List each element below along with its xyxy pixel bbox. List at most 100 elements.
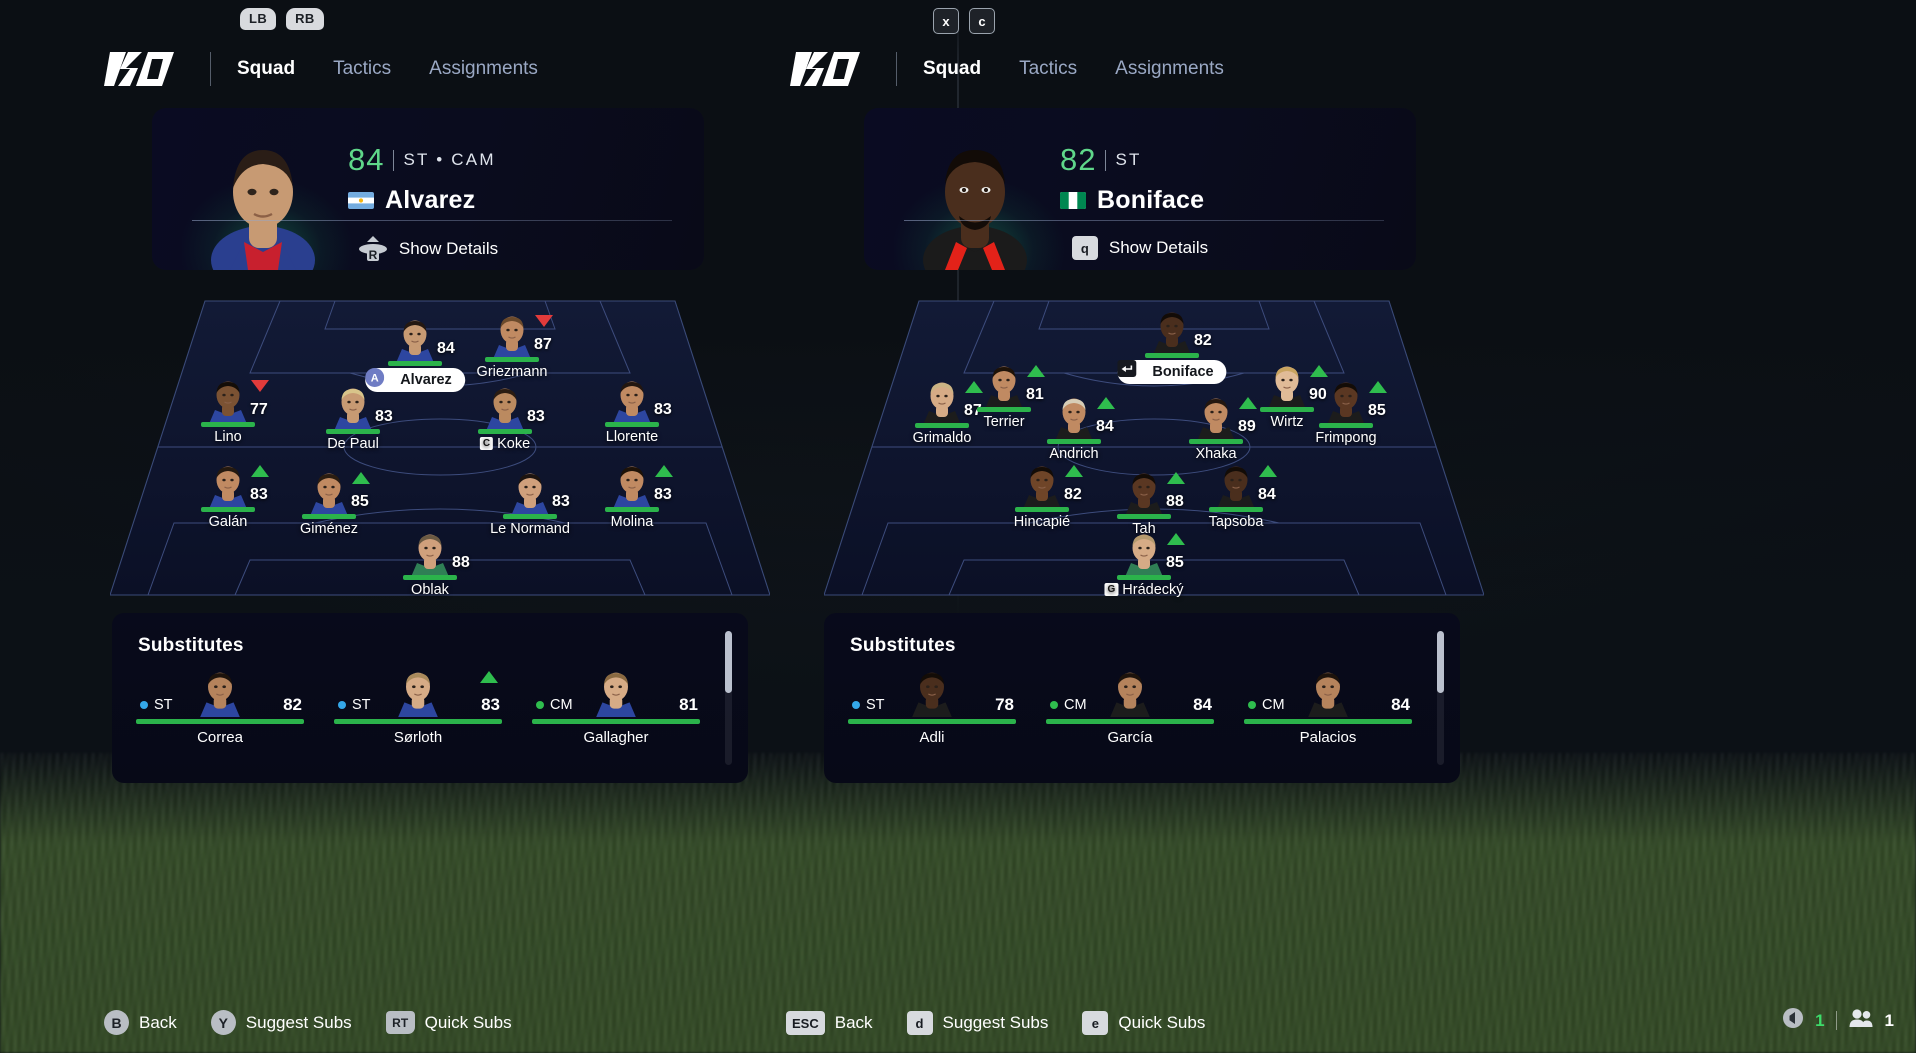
name-row-right: Boniface xyxy=(1060,186,1204,215)
bumper-rb-icon[interactable]: RB xyxy=(286,8,324,30)
fitness-bar xyxy=(1244,719,1412,724)
substitute-position: ST xyxy=(140,697,173,713)
key-c-icon[interactable]: c xyxy=(969,8,995,34)
key-x-icon[interactable]: x xyxy=(933,8,959,34)
input-hints-right: x c xyxy=(933,8,995,34)
fitness-bar xyxy=(503,514,557,519)
tab-tactics-right[interactable]: Tactics xyxy=(1019,58,1077,80)
player-face xyxy=(1021,463,1063,507)
player-name-label: A Alvarez xyxy=(365,368,465,392)
right-stick-icon: R xyxy=(358,236,388,262)
player-name-label: Tapsoba xyxy=(1208,514,1264,530)
show-details-label-left: Show Details xyxy=(398,239,499,258)
player-card-left[interactable]: 84 ST • CAM Alvarez R Show Details xyxy=(152,108,704,270)
footer-quick-subs-left[interactable]: RT Quick Subs xyxy=(385,1011,512,1034)
captain-badge: C xyxy=(479,437,494,450)
tab-squad-right[interactable]: Squad xyxy=(923,58,981,80)
player-face xyxy=(207,463,249,507)
player-face xyxy=(611,463,653,507)
tab-assignments-left[interactable]: Assignments xyxy=(429,58,538,80)
player-rating: 83 xyxy=(654,401,672,418)
player-rating: 83 xyxy=(552,493,570,510)
scrollbar-thumb[interactable] xyxy=(1437,631,1444,693)
key-esc-icon: ESC xyxy=(786,1011,825,1035)
footer-suggest-subs-label-right: Suggest Subs xyxy=(942,1013,1049,1032)
trigger-rt-icon: RT xyxy=(385,1011,415,1034)
footer-quick-subs-right[interactable]: e Quick Subs xyxy=(1082,1011,1205,1035)
footer-back-left[interactable]: B Back xyxy=(104,1010,177,1035)
player-name-label: Wirtz xyxy=(1270,414,1304,430)
show-details-right[interactable]: q Show Details xyxy=(864,236,1416,260)
pitch-left: 84 A Alvarez 87 Griezmann 77 Lino 83 De Paul 83 C K… xyxy=(110,295,770,600)
substitute-item[interactable]: CM 84 García xyxy=(1044,672,1216,767)
player-face xyxy=(409,531,451,575)
tab-assignments-right[interactable]: Assignments xyxy=(1115,58,1224,80)
player-name-label: Boniface xyxy=(1117,360,1227,384)
player-name-label: G Hrádecký xyxy=(1104,582,1184,598)
bumper-lb-icon[interactable]: LB xyxy=(240,8,277,30)
substitutes-scrollbar-right[interactable] xyxy=(1437,631,1444,765)
position-dot-icon xyxy=(338,701,346,709)
player-rating: 85 xyxy=(1368,402,1386,419)
show-details-label-right: Show Details xyxy=(1108,238,1209,257)
player-card-meta-left: 84 ST • CAM Alvarez xyxy=(348,142,496,215)
rating-separator xyxy=(1105,149,1107,171)
player-rating: 83 xyxy=(250,486,268,503)
key-q-icon[interactable]: q xyxy=(1071,236,1098,260)
player-name-right: Boniface xyxy=(1097,186,1205,214)
fitness-bar xyxy=(136,719,304,724)
substitute-item[interactable]: ST 78 Adli xyxy=(846,672,1018,767)
substitute-position: CM xyxy=(1248,697,1285,713)
player-name-label: Griezmann xyxy=(476,364,548,380)
player-rating: 83 xyxy=(375,408,393,425)
fitness-bar xyxy=(915,423,969,428)
substitute-item[interactable]: ST 83 Sørloth xyxy=(332,671,504,767)
player-face xyxy=(207,378,249,422)
rating-row-right: 82 ST xyxy=(1060,142,1204,178)
tab-tactics-left[interactable]: Tactics xyxy=(333,58,391,80)
position-dot-icon xyxy=(140,701,148,709)
header-right: Squad Tactics Assignments xyxy=(790,48,1224,90)
footer-bar: B Back Y Suggest Subs RT Quick Subs ESC … xyxy=(0,989,1916,1053)
player-name-label: Xhaka xyxy=(1195,446,1237,462)
substitute-rating: 84 xyxy=(1193,695,1212,714)
scrollbar-thumb[interactable] xyxy=(725,631,732,693)
substitute-face xyxy=(396,669,440,717)
substitute-item[interactable]: CM 84 Palacios xyxy=(1242,672,1414,767)
player-rating: 84 xyxy=(1096,418,1114,435)
status-separator xyxy=(1835,1011,1837,1030)
substitute-rating: 78 xyxy=(995,695,1014,714)
fitness-bar xyxy=(1117,575,1171,580)
player-face xyxy=(1053,395,1095,439)
form-arrow-up-icon xyxy=(1097,397,1115,409)
form-arrow-up-icon xyxy=(251,465,269,477)
form-arrow-down-icon xyxy=(251,380,269,392)
footer-back-right[interactable]: ESC Back xyxy=(786,1011,873,1035)
fitness-bar xyxy=(201,422,255,427)
player-name-label: Lino xyxy=(214,429,242,445)
goalkeeper-badge: G xyxy=(1104,583,1119,596)
key-e-icon: e xyxy=(1082,1011,1109,1035)
player-face xyxy=(332,385,374,429)
show-details-left[interactable]: R Show Details xyxy=(152,236,704,262)
player-name-label: Grimaldo xyxy=(912,430,972,446)
substitute-item[interactable]: CM 81 Gallagher xyxy=(530,672,702,767)
team-pane-right: x c Squad Tactics Assignments 82 ST Boni… xyxy=(790,0,1916,1053)
tab-squad-left[interactable]: Squad xyxy=(237,58,295,80)
footer-suggest-subs-right[interactable]: d Suggest Subs xyxy=(906,1011,1049,1035)
substitute-rating: 83 xyxy=(481,695,500,714)
substitute-face xyxy=(198,669,242,717)
substitute-item[interactable]: ST 82 Correa xyxy=(134,672,306,767)
footer-suggest-subs-left[interactable]: Y Suggest Subs xyxy=(210,1010,352,1035)
card-rule-right xyxy=(904,220,1384,221)
fitness-bar xyxy=(848,719,1016,724)
player-card-right[interactable]: 82 ST Boniface q Show Details xyxy=(864,108,1416,270)
footer-back-label-left: Back xyxy=(139,1012,177,1032)
substitutes-scrollbar-left[interactable] xyxy=(725,631,732,765)
form-arrow-up-icon xyxy=(1310,365,1328,377)
form-arrow-up-icon xyxy=(1065,465,1083,477)
fitness-bar xyxy=(326,429,380,434)
player-name-label: Andrich xyxy=(1049,446,1099,462)
ko-logo-icon xyxy=(104,48,178,90)
player-positions-right: ST xyxy=(1115,150,1142,169)
